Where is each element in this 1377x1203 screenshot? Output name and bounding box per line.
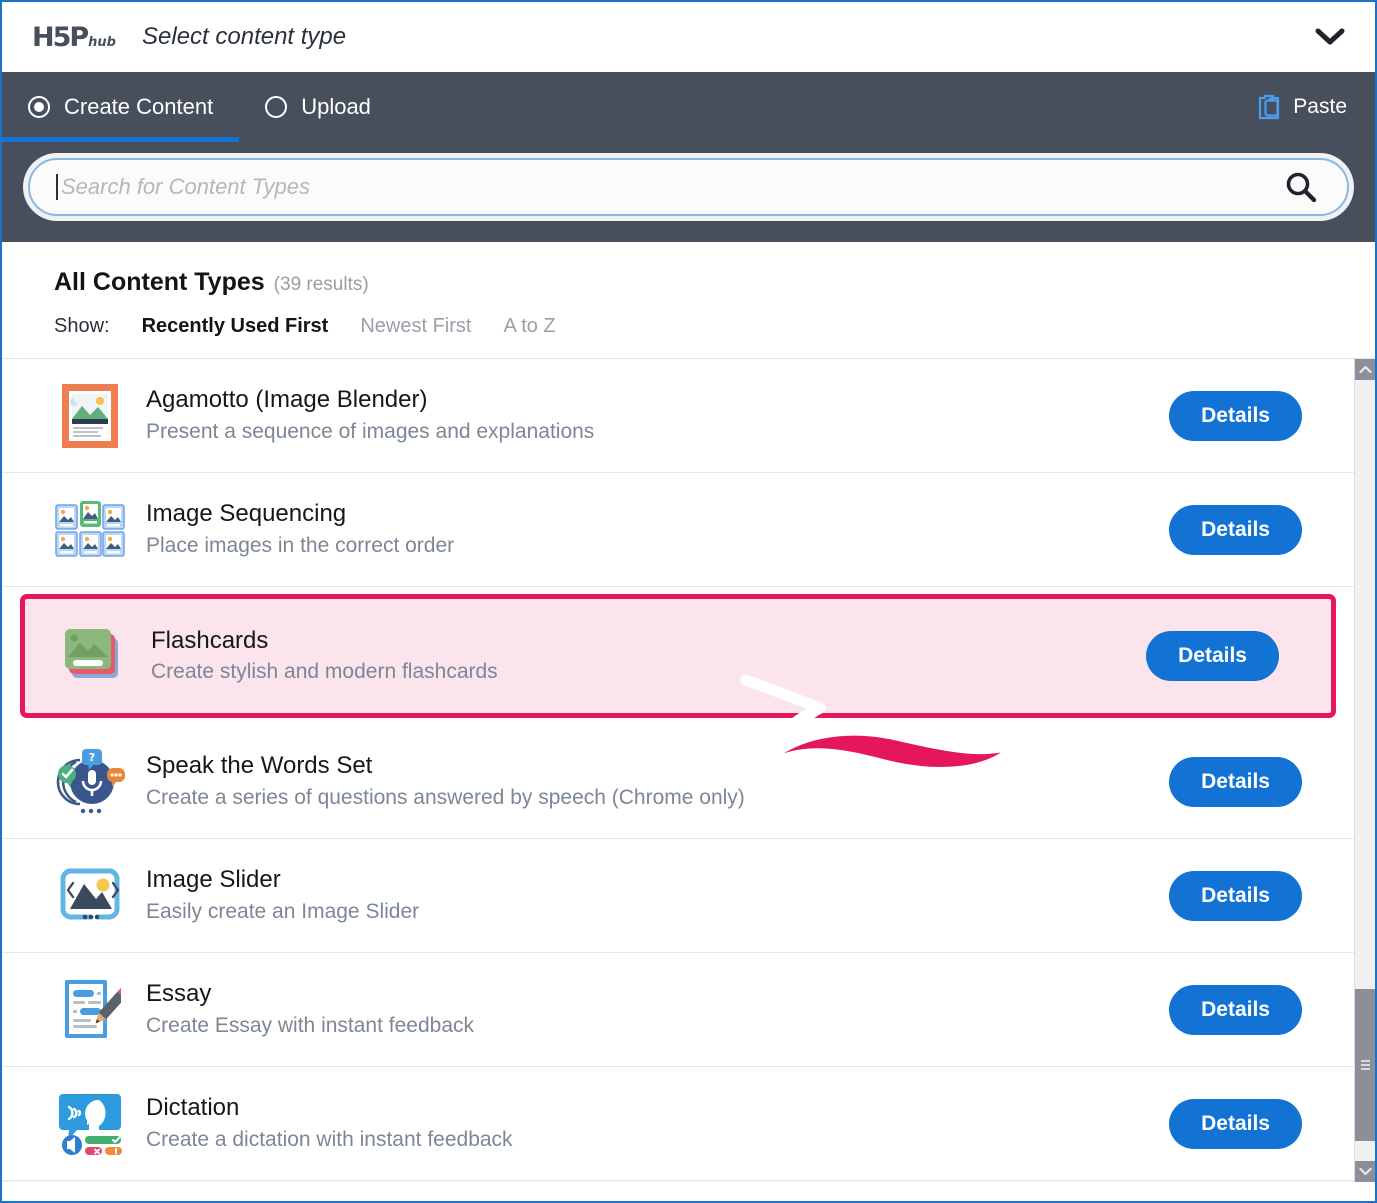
content-type-title: Flashcards	[151, 628, 1146, 654]
flashcards-icon	[59, 620, 131, 692]
content-type-list-area: Agamotto (Image Blender) Present a seque…	[2, 359, 1375, 1182]
details-button[interactable]: Details	[1169, 757, 1302, 807]
paste-button[interactable]: Paste	[1257, 94, 1347, 120]
hub-logo-text: hub	[88, 35, 116, 50]
show-label: Show:	[54, 315, 110, 338]
paste-label: Paste	[1293, 95, 1347, 119]
content-type-description: Create stylish and modern flashcards	[151, 660, 1146, 684]
dictation-icon	[54, 1088, 126, 1160]
content-type-description: Create Essay with instant feedback	[146, 1014, 1169, 1038]
sort-option-recently-used[interactable]: Recently Used First	[142, 315, 329, 338]
scroll-down-arrow-icon[interactable]	[1355, 1161, 1375, 1182]
table-row[interactable]: Dictation Create a dictation with instan…	[2, 1067, 1354, 1181]
h5p-hub-logo: H5P hub	[32, 22, 116, 53]
details-button[interactable]: Details	[1169, 391, 1302, 441]
results-title: All Content Types	[54, 268, 265, 297]
results-count: (39 results)	[274, 274, 369, 296]
details-button[interactable]: Details	[1169, 505, 1302, 555]
scroll-up-arrow-icon[interactable]	[1355, 359, 1375, 380]
tab-upload-label: Upload	[301, 94, 371, 120]
sort-option-a-to-z[interactable]: A to Z	[503, 315, 555, 338]
radio-selected-icon	[28, 96, 50, 118]
table-row[interactable]: Agamotto (Image Blender) Present a seque…	[2, 359, 1354, 473]
table-row[interactable]: ? Speak	[2, 725, 1354, 839]
text-cursor	[56, 174, 58, 200]
agamotto-icon	[54, 380, 126, 452]
page-title: Select content type	[142, 23, 346, 51]
sort-controls: Show: Recently Used First Newest First A…	[54, 315, 1375, 338]
content-type-info: Image Sequencing Place images in the cor…	[146, 501, 1169, 558]
content-type-description: Present a sequence of images and explana…	[146, 420, 1169, 444]
content-type-description: Create a dictation with instant feedback	[146, 1128, 1169, 1152]
sort-option-newest-first[interactable]: Newest First	[360, 315, 471, 338]
tab-upload[interactable]: Upload	[239, 72, 397, 142]
search-section	[2, 142, 1375, 242]
content-type-title: Speak the Words Set	[146, 753, 1169, 779]
content-type-info: Essay Create Essay with instant feedback	[146, 981, 1169, 1038]
svg-text:?: ?	[89, 751, 95, 764]
table-row-highlighted[interactable]: Flashcards Create stylish and modern fla…	[2, 587, 1354, 725]
content-type-description: Easily create an Image Slider	[146, 900, 1169, 924]
dialog-titlebar: H5P hub Select content type	[2, 2, 1375, 72]
content-type-description: Place images in the correct order	[146, 534, 1169, 558]
details-button[interactable]: Details	[1169, 1099, 1302, 1149]
content-type-title: Image Sequencing	[146, 501, 1169, 527]
search-bar[interactable]	[28, 158, 1349, 216]
list-scrollbar[interactable]	[1354, 359, 1375, 1182]
tab-create-content-label: Create Content	[64, 94, 213, 120]
details-button[interactable]: Details	[1169, 985, 1302, 1035]
content-type-title: Agamotto (Image Blender)	[146, 387, 1169, 413]
details-button[interactable]: Details	[1146, 631, 1279, 681]
search-icon[interactable]	[1281, 167, 1321, 207]
results-header: All Content Types (39 results) Show: Rec…	[2, 242, 1375, 359]
scrollbar-grip-icon	[1361, 1058, 1370, 1073]
content-type-title: Dictation	[146, 1095, 1169, 1121]
scrollbar-thumb[interactable]	[1355, 989, 1375, 1141]
content-type-info: Speak the Words Set Create a series of q…	[146, 753, 1169, 810]
content-type-title: Essay	[146, 981, 1169, 1007]
table-row[interactable]: Essay Create Essay with instant feedback…	[2, 953, 1354, 1067]
content-type-list: Agamotto (Image Blender) Present a seque…	[2, 359, 1354, 1182]
table-row[interactable]: Image Slider Easily create an Image Slid…	[2, 839, 1354, 953]
h5p-hub-dialog: H5P hub Select content type Create Conte…	[0, 0, 1377, 1203]
content-type-info: Agamotto (Image Blender) Present a seque…	[146, 387, 1169, 444]
mode-toolbar: Create Content Upload Paste	[2, 72, 1375, 142]
speak-the-words-icon: ?	[54, 746, 126, 818]
table-row[interactable]: Image Sequencing Place images in the cor…	[2, 473, 1354, 587]
search-input[interactable]	[61, 160, 1281, 214]
results-title-row: All Content Types (39 results)	[54, 268, 1375, 297]
content-type-info: Flashcards Create stylish and modern fla…	[151, 628, 1146, 685]
content-type-title: Image Slider	[146, 867, 1169, 893]
essay-icon	[54, 974, 126, 1046]
details-button[interactable]: Details	[1169, 871, 1302, 921]
content-type-info: Dictation Create a dictation with instan…	[146, 1095, 1169, 1152]
h5p-logo-text: H5P	[32, 22, 87, 53]
content-type-info: Image Slider Easily create an Image Slid…	[146, 867, 1169, 924]
clipboard-icon	[1257, 94, 1281, 120]
chevron-down-icon[interactable]	[1313, 20, 1347, 54]
image-slider-icon	[54, 860, 126, 932]
content-type-description: Create a series of questions answered by…	[146, 786, 1169, 810]
selection-highlight: Flashcards Create stylish and modern fla…	[20, 594, 1336, 718]
tab-create-content[interactable]: Create Content	[2, 72, 239, 142]
radio-unselected-icon	[265, 96, 287, 118]
image-sequencing-icon	[54, 494, 126, 566]
